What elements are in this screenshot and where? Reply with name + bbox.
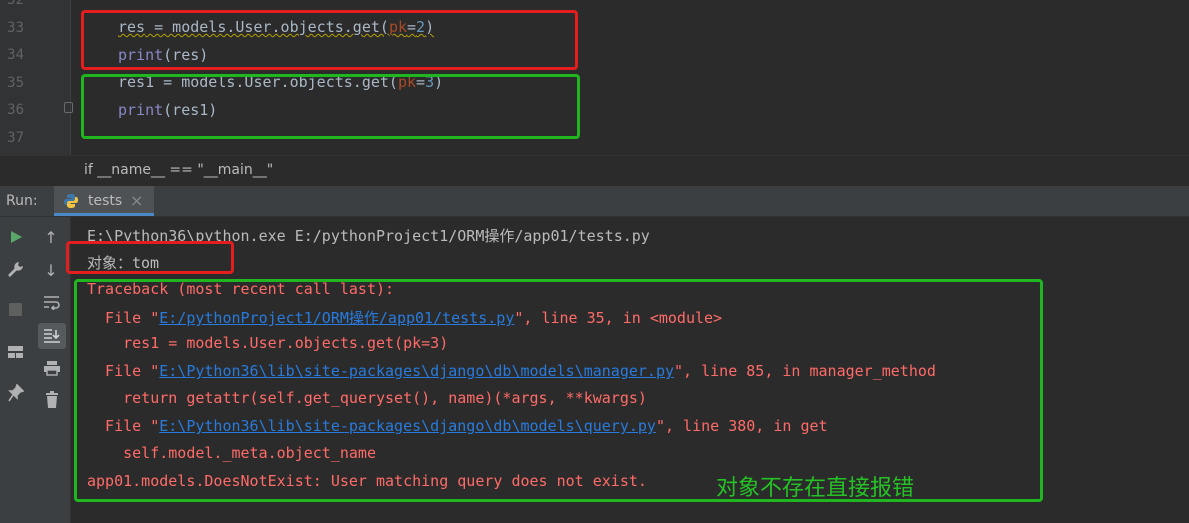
line-number: 35 [7,75,24,91]
red-highlight-code [81,10,578,70]
fold-marker-icon[interactable] [64,102,73,113]
run-label: Run: [6,193,38,209]
pin-icon[interactable] [8,384,24,402]
arrow-down-icon[interactable]: ↓ [39,261,63,280]
line-number: 37 [7,130,24,146]
line-number: 36 [7,102,24,118]
line-number: 34 [7,47,24,63]
close-icon[interactable]: × [130,191,143,210]
arrow-up-icon[interactable]: ↑ [39,228,63,247]
line-number-gutter: 32 33 34 35 36 37 [0,0,71,155]
run-actions-strip [0,217,32,523]
scroll-to-end-button[interactable] [38,323,66,349]
line-number: 33 [7,20,24,36]
tab-label: tests [88,193,123,209]
trash-icon[interactable] [45,391,59,409]
scroll-to-end-icon [44,329,60,343]
soft-wrap-icon[interactable] [43,294,61,310]
stop-icon[interactable] [9,303,22,316]
run-toolbar: Run: tests × [0,186,1189,217]
green-highlight-code [81,74,580,139]
print-icon[interactable] [43,360,61,376]
wrench-icon[interactable] [7,261,25,279]
breadcrumb-item[interactable]: if __name__ == "__main__" [84,162,273,178]
layout-icon[interactable] [7,345,24,359]
line-number: 32 [7,0,24,8]
red-highlight-output [66,241,234,274]
python-icon [64,194,78,208]
breadcrumb[interactable]: if __name__ == "__main__" [0,155,1189,186]
annotation-text: 对象不存在直接报错 [716,476,915,501]
green-highlight-traceback [74,279,1043,502]
run-icon[interactable] [10,230,23,244]
tab-tests[interactable]: tests × [54,186,154,216]
